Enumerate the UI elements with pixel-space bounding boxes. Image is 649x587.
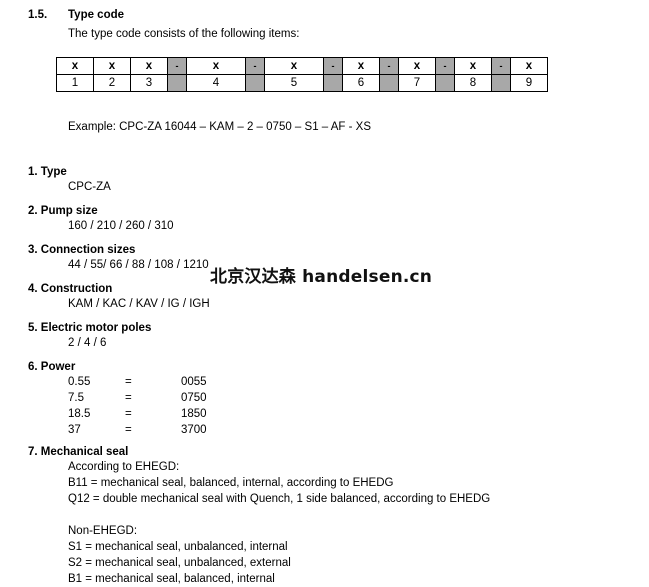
power-table: 0.55 = 0055 7.5 = 0750 18.5 = 1850 37 = 3700	[68, 374, 207, 438]
cell-x-8: x	[454, 57, 492, 75]
seal-line-b1: B1 = mechanical seal, balanced, internal	[68, 573, 275, 585]
power-row: 7.5 = 0750	[68, 390, 207, 406]
cell-x-5: x	[264, 57, 324, 75]
cell-index-7: 7	[398, 74, 436, 92]
seal-line-b11: B11 = mechanical seal, balanced, interna…	[68, 477, 394, 489]
power-row: 0.55 = 0055	[68, 374, 207, 390]
item-heading-pump-size: 2. Pump size	[28, 205, 98, 217]
cell-index-6: 6	[342, 74, 380, 92]
section-intro-text: The type code consists of the following …	[68, 28, 300, 40]
cell-separator-blank-3	[323, 74, 343, 92]
mechanical-seal-block: According to EHEGD: B11 = mechanical sea…	[68, 459, 490, 587]
power-value: 18.5	[68, 408, 91, 420]
cell-separator-6: -	[491, 57, 511, 75]
seal-spacer	[68, 507, 490, 523]
cell-separator-5: -	[435, 57, 455, 75]
table-row-indices: 1 2 3 4 5 6 7 8 9	[56, 74, 548, 92]
power-row: 37 = 3700	[68, 422, 207, 438]
power-code: 3700	[181, 424, 207, 436]
cell-x-1: x	[56, 57, 94, 75]
item-body-pump-size: 160 / 210 / 260 / 310	[68, 220, 174, 232]
cell-x-9: x	[510, 57, 548, 75]
cell-index-3: 3	[130, 74, 168, 92]
cell-index-8: 8	[454, 74, 492, 92]
cell-index-5: 5	[264, 74, 324, 92]
section-number: 1.5.	[28, 9, 48, 21]
power-equals: =	[125, 408, 132, 420]
cell-index-9: 9	[510, 74, 548, 92]
item-heading-type: 1. Type	[28, 166, 67, 178]
cell-x-2: x	[93, 57, 131, 75]
cell-x-6: x	[342, 57, 380, 75]
cell-separator-2: -	[245, 57, 265, 75]
cell-separator-blank-2	[245, 74, 265, 92]
cell-x-4: x	[186, 57, 246, 75]
item-heading-power: 6. Power	[28, 361, 76, 373]
table-row-placeholders: x x x - x - x - x - x - x - x	[56, 57, 548, 75]
seal-line-s2: S2 = mechanical seal, unbalanced, extern…	[68, 557, 291, 569]
section-heading: 1.5. Type code	[28, 9, 124, 21]
power-value: 0.55	[68, 376, 91, 388]
example-line: Example: CPC-ZA 16044 – KAM – 2 – 0750 –…	[68, 121, 371, 133]
item-body-electric-motor-poles: 2 / 4 / 6	[68, 337, 107, 349]
item-heading-construction: 4. Construction	[28, 283, 113, 295]
seal-non-ehegd-label: Non-EHEGD:	[68, 525, 138, 537]
cell-x-3: x	[130, 57, 168, 75]
cell-index-1: 1	[56, 74, 94, 92]
item-body-construction: KAM / KAC / KAV / IG / IGH	[68, 298, 210, 310]
item-heading-mechanical-seal: 7. Mechanical seal	[28, 446, 129, 458]
cell-index-4: 4	[186, 74, 246, 92]
power-equals: =	[125, 424, 132, 436]
watermark-text: 北京汉达森 handelsen.cn	[210, 267, 433, 287]
seal-ehegd-label: According to EHEGD:	[68, 461, 180, 473]
cell-separator-blank-5	[435, 74, 455, 92]
cell-x-7: x	[398, 57, 436, 75]
cell-separator-blank-1	[167, 74, 187, 92]
power-value: 37	[68, 424, 81, 436]
seal-line-s1: S1 = mechanical seal, unbalanced, intern…	[68, 541, 288, 553]
power-code: 0055	[181, 376, 207, 388]
cell-separator-blank-6	[491, 74, 511, 92]
power-value: 7.5	[68, 392, 84, 404]
power-equals: =	[125, 376, 132, 388]
seal-line-q12: Q12 = double mechanical seal with Quench…	[68, 493, 491, 505]
cell-separator-3: -	[323, 57, 343, 75]
cell-separator-1: -	[167, 57, 187, 75]
item-body-connection-sizes: 44 / 55/ 66 / 88 / 108 / 1210	[68, 259, 209, 271]
power-row: 18.5 = 1850	[68, 406, 207, 422]
cell-separator-4: -	[379, 57, 399, 75]
cell-separator-blank-4	[379, 74, 399, 92]
type-code-table: x x x - x - x - x - x - x - x 1 2 3 4 5 …	[56, 57, 548, 92]
cell-index-2: 2	[93, 74, 131, 92]
document-page: 1.5. Type code The type code consists of …	[0, 0, 649, 585]
item-heading-electric-motor-poles: 5. Electric motor poles	[28, 322, 152, 334]
item-body-type: CPC-ZA	[68, 181, 111, 193]
power-code: 0750	[181, 392, 207, 404]
power-code: 1850	[181, 408, 207, 420]
item-heading-connection-sizes: 3. Connection sizes	[28, 244, 136, 256]
section-title: Type code	[68, 9, 125, 21]
power-equals: =	[125, 392, 132, 404]
